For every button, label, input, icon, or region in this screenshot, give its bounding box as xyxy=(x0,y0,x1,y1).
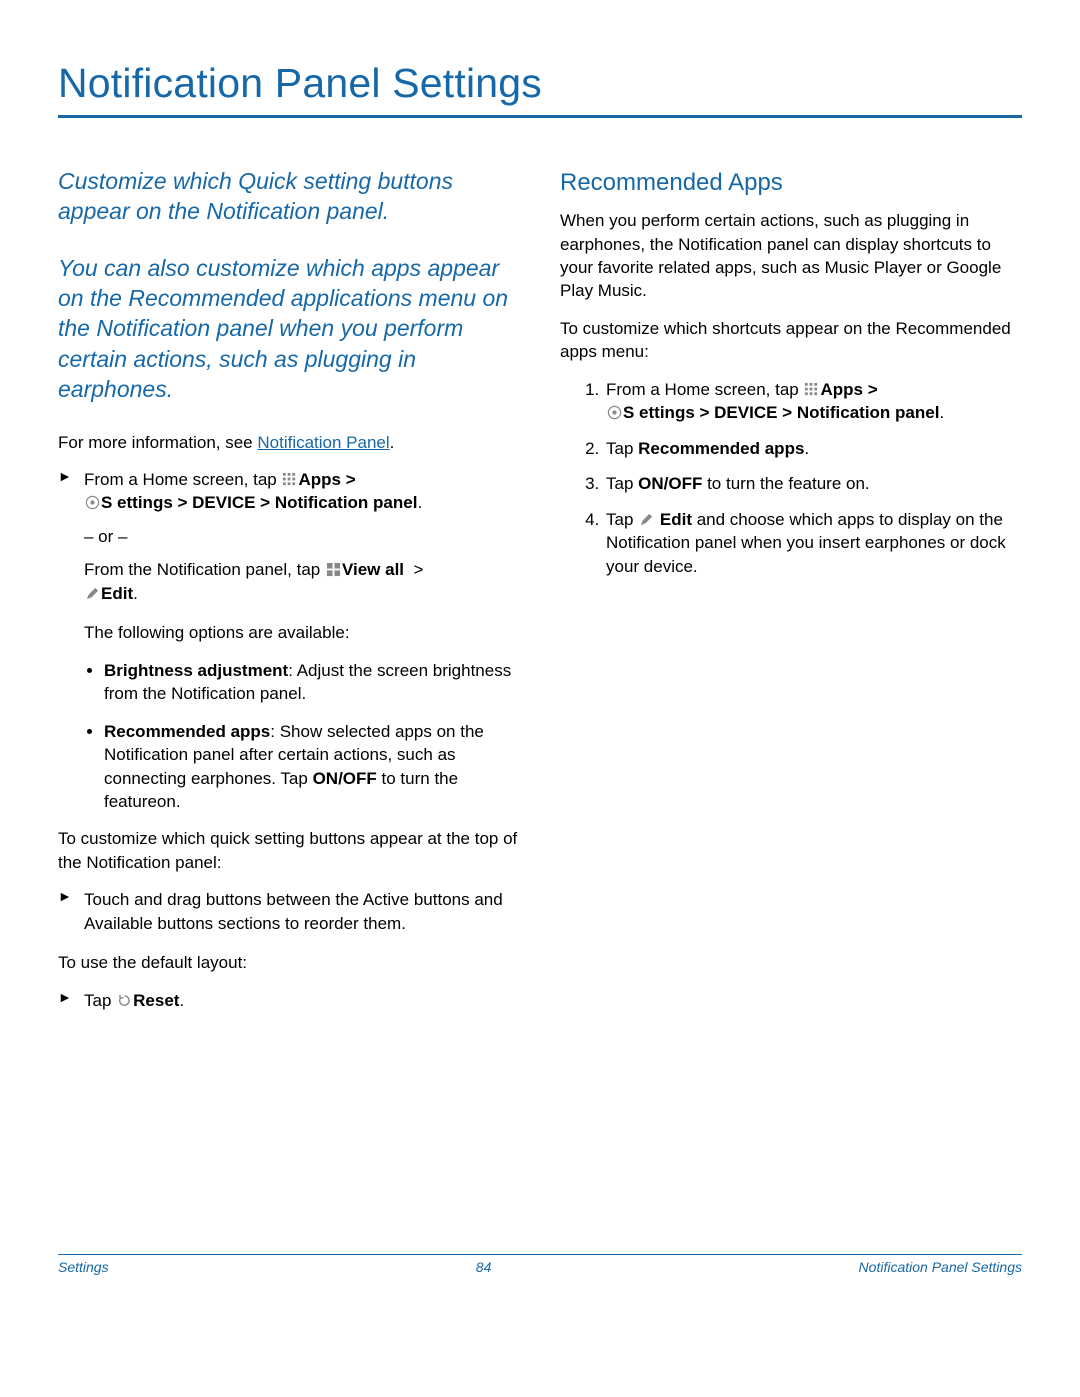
footer-left: Settings xyxy=(58,1259,109,1275)
s2-pre: Tap xyxy=(606,439,638,458)
page: Notification Panel Settings Customize wh… xyxy=(0,0,1080,1022)
apps-grid-icon xyxy=(282,472,297,487)
notification-panel-link[interactable]: Notification Panel xyxy=(257,433,389,452)
s3-pre: Tap xyxy=(606,474,638,493)
step-home-screen: ► From a Home screen, tap Apps > S ettin… xyxy=(58,468,520,605)
step-2: Tap Recommended apps. xyxy=(604,437,1022,460)
s1-gt: > xyxy=(863,380,878,399)
right-para2: To customize which shortcuts appear on t… xyxy=(560,317,1022,364)
title-rule xyxy=(58,115,1022,118)
b2-onoff: ON/OFF xyxy=(313,769,377,788)
left-column: Customize which Quick setting buttons ap… xyxy=(58,166,520,1022)
period: . xyxy=(417,493,422,512)
step-body: From a Home screen, tap Apps > S ettings… xyxy=(84,468,520,605)
step-4: Tap Edit and choose which apps to displa… xyxy=(604,508,1022,578)
view-all-label: View all xyxy=(342,560,404,579)
apps-grid-icon xyxy=(804,382,819,397)
more-info-line: For more information, see Notification P… xyxy=(58,431,520,454)
s1-period: . xyxy=(939,403,944,422)
b2-strong: Recommended apps xyxy=(104,722,270,741)
options-lead: The following options are available: xyxy=(58,621,520,644)
intro-1: Customize which Quick setting buttons ap… xyxy=(58,166,520,227)
step-reset: ► Tap Reset. xyxy=(58,989,520,1012)
s1-pre: From a Home screen, tap xyxy=(606,380,803,399)
space-gt: > xyxy=(404,560,423,579)
view-all-icon xyxy=(326,562,341,577)
s2-period: . xyxy=(804,439,809,458)
apps-label: Apps xyxy=(298,470,341,489)
more-info-post: . xyxy=(390,433,395,452)
from-np-pre: From the Notification panel, tap xyxy=(84,560,325,579)
page-title: Notification Panel Settings xyxy=(58,60,1022,107)
reset-label: Reset xyxy=(133,991,179,1010)
options-bullets: Brightness adjustment: Adjust the screen… xyxy=(58,659,520,814)
settings-path: S ettings > DEVICE > Notification panel xyxy=(101,493,417,512)
step-drag: ► Touch and drag buttons between the Act… xyxy=(58,888,520,935)
bullet-brightness: Brightness adjustment: Adjust the screen… xyxy=(104,659,520,706)
b1-strong: Brightness adjustment xyxy=(104,661,288,680)
bullet-recommended: Recommended apps: Show selected apps on … xyxy=(104,720,520,814)
content-columns: Customize which Quick setting buttons ap… xyxy=(58,166,1022,1022)
s1-path: S ettings > DEVICE > Notification panel xyxy=(623,403,939,422)
tap-reset-pre: Tap xyxy=(84,991,116,1010)
customize-lead: To customize which quick setting buttons… xyxy=(58,827,520,874)
play-icon: ► xyxy=(58,887,76,906)
play-icon: ► xyxy=(58,467,76,486)
reset-body: Tap Reset. xyxy=(84,989,520,1012)
play-icon: ► xyxy=(58,988,76,1007)
or-line: – or – xyxy=(84,525,520,548)
footer-page-number: 84 xyxy=(476,1259,492,1275)
s4-pre: Tap xyxy=(606,510,638,529)
edit-label: Edit xyxy=(101,584,133,603)
step-3: Tap ON/OFF to turn the feature on. xyxy=(604,472,1022,495)
gt1: > xyxy=(341,470,356,489)
drag-body: Touch and drag buttons between the Activ… xyxy=(84,888,520,935)
edit-pencil-icon xyxy=(85,586,100,601)
footer-right: Notification Panel Settings xyxy=(859,1259,1022,1275)
more-info-pre: For more information, see xyxy=(58,433,257,452)
s2-strong: Recommended apps xyxy=(638,439,804,458)
s3-post: to turn the feature on. xyxy=(702,474,869,493)
recommended-apps-heading: Recommended Apps xyxy=(560,166,1022,199)
s1-apps: Apps xyxy=(820,380,863,399)
period3: . xyxy=(179,991,184,1010)
settings-gear-icon xyxy=(85,495,100,510)
recommended-steps: From a Home screen, tap Apps > S ettings… xyxy=(560,378,1022,578)
step-1: From a Home screen, tap Apps > S ettings… xyxy=(604,378,1022,425)
intro-2: You can also customize which apps appear… xyxy=(58,253,520,405)
period2: . xyxy=(133,584,138,603)
s3-strong: ON/OFF xyxy=(638,474,702,493)
page-footer: Settings 84 Notification Panel Settings xyxy=(58,1254,1022,1275)
edit-pencil-icon xyxy=(639,512,654,527)
settings-gear-icon xyxy=(607,405,622,420)
text: From a Home screen, tap xyxy=(84,470,281,489)
right-column: Recommended Apps When you perform certai… xyxy=(560,166,1022,1022)
s4-edit: Edit xyxy=(660,510,692,529)
default-lead: To use the default layout: xyxy=(58,951,520,974)
right-para1: When you perform certain actions, such a… xyxy=(560,209,1022,303)
reset-icon xyxy=(117,993,132,1008)
